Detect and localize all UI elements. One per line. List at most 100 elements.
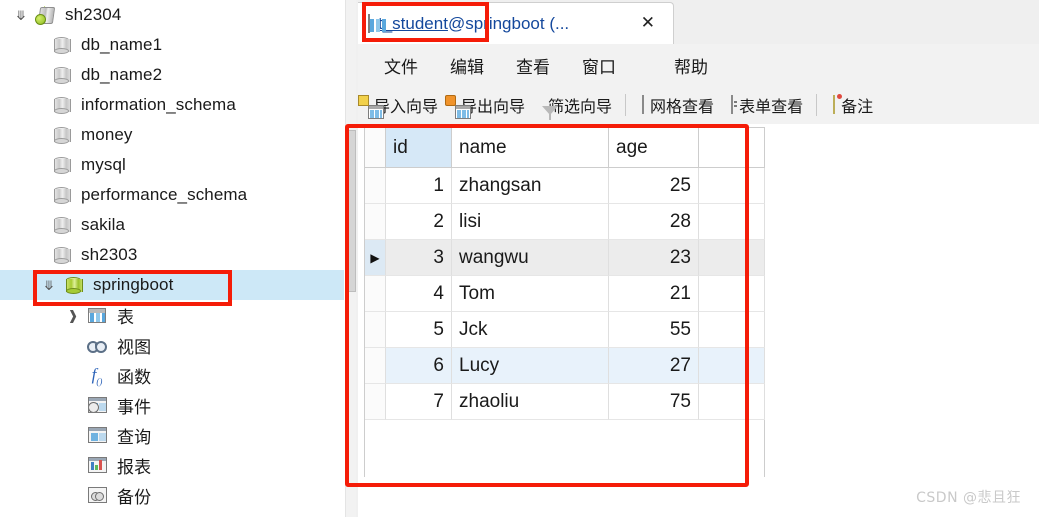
tree-node-functions[interactable]: f() 函数 bbox=[0, 360, 344, 390]
cell-age[interactable]: 28 bbox=[609, 204, 699, 240]
database-icon-green bbox=[60, 276, 86, 294]
cell-filler bbox=[699, 348, 765, 384]
cell-name[interactable]: lisi bbox=[452, 204, 609, 240]
cell-age[interactable]: 23 bbox=[609, 240, 699, 276]
menu-item-file[interactable]: 文件 bbox=[376, 53, 426, 78]
tree-node-database[interactable]: mysql bbox=[0, 150, 344, 180]
tree-node-label: mysql bbox=[81, 155, 126, 174]
tree-node-database[interactable]: performance_schema bbox=[0, 180, 344, 210]
tab-table-name: t_student bbox=[378, 13, 448, 33]
close-icon[interactable]: ✕ bbox=[641, 14, 655, 32]
tree-node-label: 查询 bbox=[117, 427, 152, 448]
column-header-age[interactable]: age bbox=[609, 128, 699, 168]
row-marker bbox=[365, 276, 386, 312]
sidebar-scrollbar-thumb[interactable] bbox=[347, 130, 356, 292]
toolbar-separator bbox=[816, 94, 818, 116]
table-row[interactable]: 7 zhaoliu 75 bbox=[365, 384, 765, 420]
tree-node-label: money bbox=[81, 125, 133, 144]
connection-icon bbox=[32, 5, 58, 25]
menu-item-view[interactable]: 查看 bbox=[508, 53, 558, 78]
tree-node-database[interactable]: information_schema bbox=[0, 90, 344, 120]
cell-id[interactable]: 5 bbox=[386, 312, 452, 348]
cell-id[interactable]: 7 bbox=[386, 384, 452, 420]
table-row[interactable]: 1 zhangsan 25 bbox=[365, 168, 765, 204]
database-icon bbox=[48, 96, 74, 114]
backup-icon bbox=[84, 487, 110, 503]
cell-filler bbox=[699, 240, 765, 276]
tree-node-database[interactable]: money bbox=[0, 120, 344, 150]
database-icon bbox=[48, 36, 74, 54]
filter-wizard-button[interactable]: 筛选向导 bbox=[535, 91, 619, 119]
table-row-selected[interactable]: 6 Lucy 27 bbox=[365, 348, 765, 384]
cell-name[interactable]: wangwu bbox=[452, 240, 609, 276]
table-row-current[interactable]: ▶ 3 wangwu 23 bbox=[365, 240, 765, 276]
tree-node-label: 视图 bbox=[117, 337, 152, 358]
grid-header-row: id name age bbox=[365, 128, 765, 168]
tree-node-label: information_schema bbox=[81, 95, 236, 114]
cell-name[interactable]: Lucy bbox=[452, 348, 609, 384]
tree-node-backup[interactable]: 备份 bbox=[0, 480, 344, 510]
tree-node-label: sh2303 bbox=[81, 245, 138, 264]
tree-node-database[interactable]: sh2303 bbox=[0, 240, 344, 270]
cell-name[interactable]: zhangsan bbox=[452, 168, 609, 204]
cell-age[interactable]: 55 bbox=[609, 312, 699, 348]
tree-node-springboot[interactable]: ⤋ springboot bbox=[0, 270, 344, 300]
chevron-down-icon[interactable]: ⤋ bbox=[38, 279, 60, 292]
note-button[interactable]: 备注 bbox=[826, 91, 880, 119]
chevron-right-icon[interactable]: ❱ bbox=[62, 309, 84, 322]
cell-filler bbox=[699, 204, 765, 240]
tree-node-label: springboot bbox=[93, 275, 174, 294]
tree-node-label: sh2304 bbox=[65, 5, 122, 24]
chevron-down-icon[interactable]: ⤋ bbox=[10, 9, 32, 22]
tree-node-label: 备份 bbox=[117, 487, 152, 508]
cell-name[interactable]: Jck bbox=[452, 312, 609, 348]
cell-name[interactable]: zhaoliu bbox=[452, 384, 609, 420]
tree-node-views[interactable]: 视图 bbox=[0, 330, 344, 360]
tree-node-events[interactable]: 事件 bbox=[0, 390, 344, 420]
tree-node-database[interactable]: sakila bbox=[0, 210, 344, 240]
tree-node-queries[interactable]: 查询 bbox=[0, 420, 344, 450]
row-marker bbox=[365, 168, 386, 204]
export-wizard-button[interactable]: 导出向导 bbox=[445, 91, 532, 119]
tree-node-label: sakila bbox=[81, 215, 126, 234]
cell-age[interactable]: 75 bbox=[609, 384, 699, 420]
table-row[interactable]: 2 lisi 28 bbox=[365, 204, 765, 240]
cell-id[interactable]: 4 bbox=[386, 276, 452, 312]
current-row-marker-icon: ▶ bbox=[365, 240, 386, 276]
table-editor-pane: t_student@springboot (... ✕ 文件 编辑 查看 窗口 … bbox=[358, 0, 1039, 517]
function-fx-icon: f() bbox=[91, 365, 103, 387]
cell-age[interactable]: 21 bbox=[609, 276, 699, 312]
cell-age[interactable]: 25 bbox=[609, 168, 699, 204]
cell-filler bbox=[699, 168, 765, 204]
menu-item-edit[interactable]: 编辑 bbox=[442, 53, 492, 78]
tree-node-connection[interactable]: ⤋ sh2304 bbox=[0, 0, 344, 30]
form-view-button[interactable]: 表单查看 bbox=[724, 91, 810, 119]
tab-suffix: @springboot (... bbox=[447, 13, 570, 33]
cell-filler bbox=[699, 384, 765, 420]
menu-item-help[interactable]: 帮助 bbox=[666, 53, 716, 78]
row-marker-header bbox=[365, 128, 386, 168]
tree-node-database[interactable]: db_name2 bbox=[0, 60, 344, 90]
table-row[interactable]: 5 Jck 55 bbox=[365, 312, 765, 348]
tab-t-student[interactable]: t_student@springboot (... ✕ bbox=[358, 2, 674, 44]
column-header-name[interactable]: name bbox=[452, 128, 609, 168]
grid-view-button[interactable]: 网格查看 bbox=[635, 91, 721, 119]
cell-age[interactable]: 27 bbox=[609, 348, 699, 384]
cell-id[interactable]: 3 bbox=[386, 240, 452, 276]
tree-node-reports[interactable]: 报表 bbox=[0, 450, 344, 480]
tree-node-label: performance_schema bbox=[81, 185, 248, 204]
cell-name[interactable]: Tom bbox=[452, 276, 609, 312]
toolbar-label: 表单查看 bbox=[739, 97, 804, 116]
tree-node-tables[interactable]: ❱ 表 bbox=[0, 300, 344, 330]
tree-node-database[interactable]: db_name1 bbox=[0, 30, 344, 60]
cell-id[interactable]: 2 bbox=[386, 204, 452, 240]
tree-node-label: db_name1 bbox=[81, 35, 163, 54]
import-wizard-button[interactable]: 导入向导 bbox=[358, 91, 445, 119]
menu-item-window[interactable]: 窗口 bbox=[574, 53, 624, 78]
table-row[interactable]: 4 Tom 21 bbox=[365, 276, 765, 312]
column-header-id[interactable]: id bbox=[386, 128, 452, 168]
database-icon bbox=[48, 186, 74, 204]
cell-id[interactable]: 6 bbox=[386, 348, 452, 384]
tab-label: t_student@springboot (... bbox=[378, 14, 569, 34]
cell-id[interactable]: 1 bbox=[386, 168, 452, 204]
